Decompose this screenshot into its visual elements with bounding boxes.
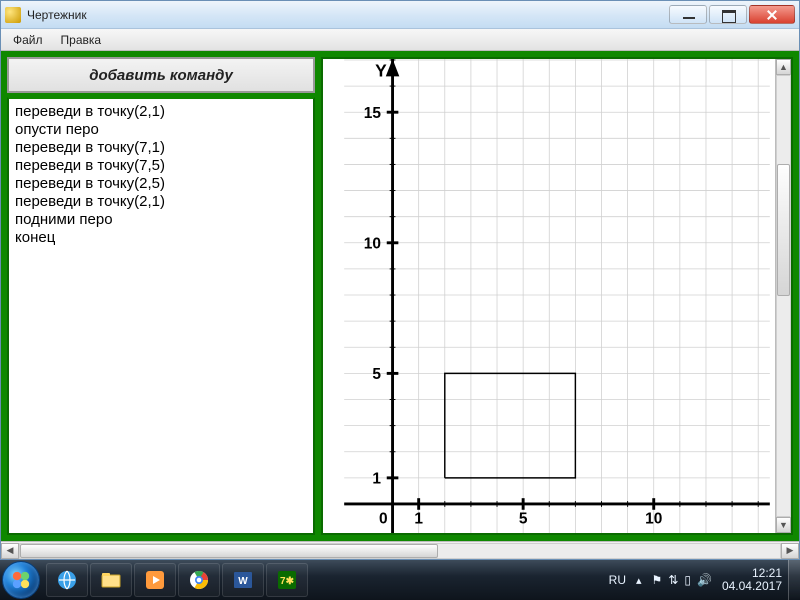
window-title: Чертежник: [27, 8, 669, 22]
svg-text:5: 5: [372, 366, 381, 383]
svg-text:7✱: 7✱: [280, 576, 295, 587]
scroll-up-button[interactable]: ▲: [776, 59, 791, 75]
svg-text:Y: Y: [375, 60, 387, 80]
clock[interactable]: 12:21 04.04.2017: [722, 567, 782, 593]
svg-text:5: 5: [519, 510, 528, 527]
titlebar[interactable]: Чертежник: [1, 1, 799, 29]
close-button[interactable]: [749, 5, 795, 24]
scroll-right-button[interactable]: ▶: [781, 543, 799, 559]
code-line[interactable]: переведи в точку(7,5): [15, 157, 307, 175]
code-listing[interactable]: переведи в точку(2,1) опусти перо переве…: [7, 97, 315, 535]
svg-text:1: 1: [414, 510, 423, 527]
scroll-track[interactable]: [19, 543, 781, 559]
left-panel: добавить команду переведи в точку(2,1) о…: [7, 57, 315, 535]
code-line[interactable]: конец: [15, 229, 307, 247]
content-area: добавить команду переведи в точку(2,1) о…: [1, 51, 799, 541]
scroll-track[interactable]: [776, 75, 791, 517]
volume-icon[interactable]: 🔊: [697, 573, 712, 587]
scroll-thumb[interactable]: [777, 164, 790, 296]
system-tray: RU ▴ ⚑ ⇅ ▯ 🔊 12:21 04.04.2017: [609, 567, 788, 593]
app-icon: [5, 7, 21, 23]
explorer-icon[interactable]: [90, 563, 132, 597]
tray-arrow-icon[interactable]: ▴: [636, 574, 642, 587]
svg-text:10: 10: [364, 236, 381, 253]
code-line[interactable]: переведи в точку(2,1): [15, 103, 307, 121]
menu-edit[interactable]: Правка: [53, 31, 110, 49]
code-line[interactable]: подними перо: [15, 211, 307, 229]
svg-text:0: 0: [379, 510, 388, 527]
right-panel: Y1510151510150 ▲ ▼: [321, 57, 793, 535]
code-line[interactable]: переведи в точку(2,1): [15, 193, 307, 211]
word-icon[interactable]: W: [222, 563, 264, 597]
start-button[interactable]: [2, 561, 40, 599]
clock-date: 04.04.2017: [722, 580, 782, 593]
app-window: Чертежник Файл Правка добавить команду п…: [0, 0, 800, 560]
taskbar[interactable]: W 7✱ RU ▴ ⚑ ⇅ ▯ 🔊 12:21 04.04.2017: [0, 560, 800, 600]
show-desktop-button[interactable]: [788, 560, 800, 600]
menu-file[interactable]: Файл: [5, 31, 51, 49]
language-indicator[interactable]: RU: [609, 573, 626, 587]
code-line[interactable]: переведи в точку(7,1): [15, 139, 307, 157]
taskbar-pinned: W 7✱: [46, 563, 308, 597]
scroll-down-button[interactable]: ▼: [776, 517, 791, 533]
minimize-button[interactable]: [669, 5, 707, 24]
scroll-thumb[interactable]: [20, 544, 438, 558]
chrome-icon[interactable]: [178, 563, 220, 597]
code-line[interactable]: опусти перо: [15, 121, 307, 139]
add-command-button[interactable]: добавить команду: [7, 57, 315, 93]
svg-text:15: 15: [364, 105, 382, 122]
ie-icon[interactable]: [46, 563, 88, 597]
tray-icons: ⚑ ⇅ ▯ 🔊: [652, 573, 712, 587]
app-taskbar-icon[interactable]: 7✱: [266, 563, 308, 597]
window-scrollbar-horizontal[interactable]: ◀ ▶: [1, 541, 799, 559]
battery-icon[interactable]: ▯: [684, 573, 691, 587]
window-controls: [669, 5, 795, 24]
grid-svg: Y1510151510150: [323, 59, 791, 533]
drawing-canvas[interactable]: Y1510151510150 ▲ ▼: [321, 57, 793, 535]
svg-text:10: 10: [645, 510, 662, 527]
canvas-scrollbar-vertical[interactable]: ▲ ▼: [775, 59, 791, 533]
network-icon[interactable]: ⇅: [668, 573, 678, 587]
scroll-left-button[interactable]: ◀: [1, 543, 19, 559]
maximize-button[interactable]: [709, 5, 747, 24]
menubar: Файл Правка: [1, 29, 799, 51]
svg-text:W: W: [238, 576, 248, 587]
flag-icon[interactable]: ⚑: [652, 573, 663, 587]
svg-text:1: 1: [372, 471, 381, 488]
code-line[interactable]: переведи в точку(2,5): [15, 175, 307, 193]
media-player-icon[interactable]: [134, 563, 176, 597]
